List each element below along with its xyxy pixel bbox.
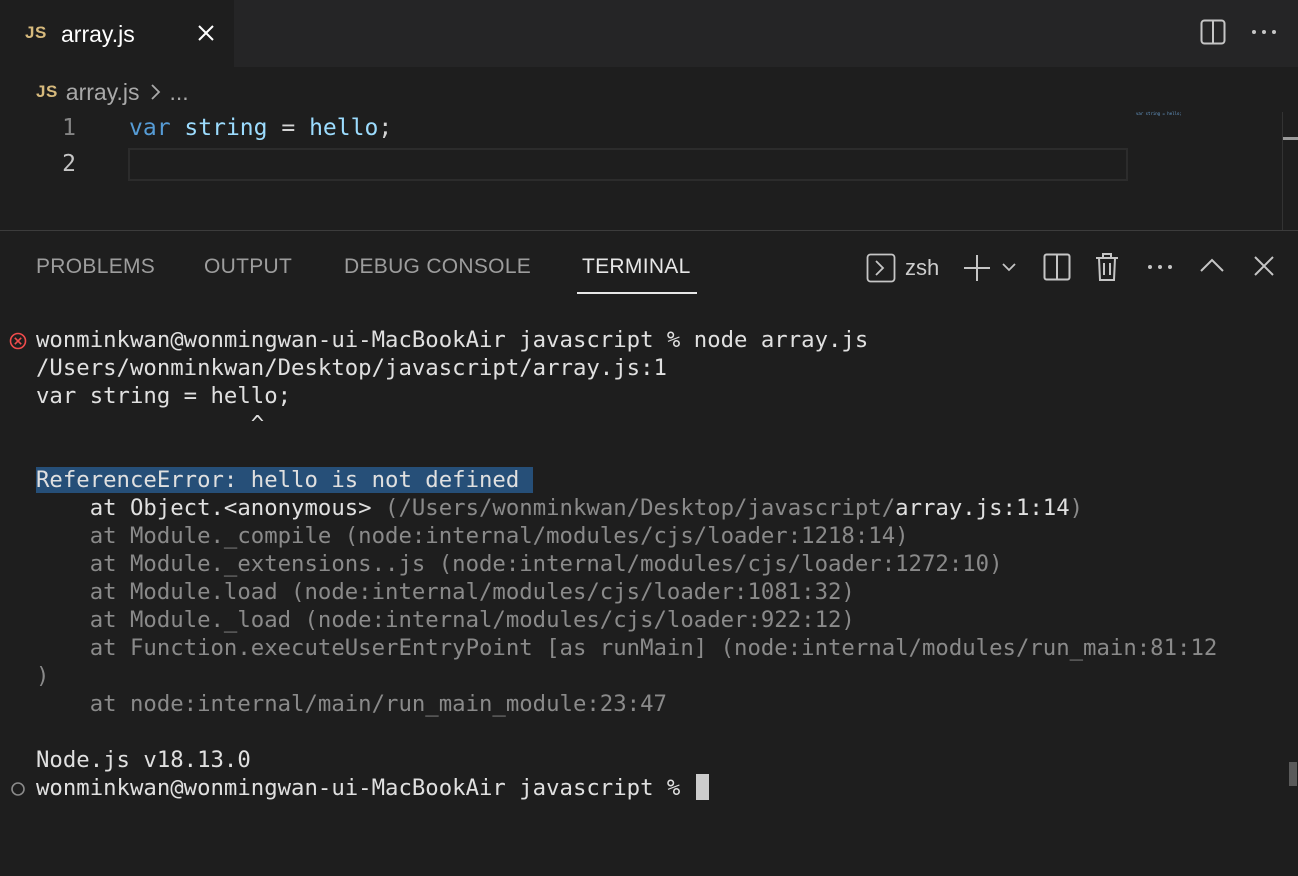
stack-file-link[interactable]: array.js:1:14 [895,495,1070,521]
terminal-stack-line: ) [36,663,50,689]
error-decoration-icon[interactable] [9,332,27,350]
terminal-prompt: wonminkwan@wonmingwan-ui-MacBookAir java… [36,775,694,801]
terminal-stack-line: at node:internal/main/run_main_module:23… [36,691,667,717]
terminal-stack-line: at Function.executeUserEntryPoint [as ru… [36,635,1218,661]
stack-text: at [36,495,130,521]
tab-output[interactable]: OUTPUT [204,255,292,279]
chevron-down-icon[interactable] [1001,261,1017,273]
chevron-right-icon [150,84,160,100]
terminal-prompt-line[interactable]: wonminkwan@wonmingwan-ui-MacBookAir java… [36,774,709,802]
more-actions-icon[interactable] [1146,261,1174,273]
tab-problems[interactable]: PROBLEMS [36,255,155,279]
stack-text: ) [1069,495,1084,521]
terminal-scrollbar[interactable] [1289,762,1297,786]
stack-path: (/Users/wonminkwan/Desktop/javascript/ [371,495,896,521]
code-identifier: string [184,115,268,141]
trash-icon[interactable] [1094,252,1120,282]
line-number: 2 [62,151,76,177]
scrollbar-cursor-marker [1283,137,1298,140]
tab-debug-console[interactable]: DEBUG CONSOLE [344,255,531,279]
active-tab-indicator [577,292,697,294]
terminal-cursor [695,774,709,800]
tab-terminal[interactable]: TERMINAL [582,255,691,279]
split-editor-icon[interactable] [1200,19,1226,45]
panel-divider[interactable] [0,230,1298,231]
code-identifier: hello [309,115,379,141]
terminal-command-line: wonminkwan@wonmingwan-ui-MacBookAir java… [36,327,869,353]
terminal-output-line: var string = hello; [36,383,292,409]
terminal-node-version: Node.js v18.13.0 [36,747,251,773]
terminal-shell-name[interactable]: zsh [905,255,939,281]
code-line[interactable]: var string = hello; [129,115,392,141]
terminal-stack-line: at Module._extensions..js (node:internal… [36,551,1003,577]
terminal-selection: ReferenceError: hello is not defined [36,467,520,493]
terminal-output-line: /Users/wonminkwan/Desktop/javascript/arr… [36,355,667,381]
breadcrumb: JS array.js ... [36,78,189,106]
chevron-up-icon[interactable] [1199,256,1225,274]
terminal-error-line: ReferenceError: hello is not defined [36,466,533,494]
split-terminal-icon[interactable] [1043,253,1071,281]
code-semicolon: ; [378,115,393,141]
stack-function: Object.<anonymous> [129,495,372,521]
terminal-stack-line: at Module._load (node:internal/modules/c… [36,607,855,633]
line-number: 1 [62,115,76,141]
current-line-highlight [128,148,1128,181]
breadcrumb-symbols[interactable]: ... [170,79,189,106]
minimap[interactable]: var string = hello; [1136,111,1182,116]
javascript-file-icon: JS [36,82,58,101]
close-icon[interactable] [196,23,216,43]
terminal-stack-line: at Module._compile (node:internal/module… [36,523,909,549]
plus-icon[interactable] [963,254,991,282]
editor-scrollbar[interactable] [1282,112,1298,230]
terminal-stack-line: at Object.<anonymous> (/Users/wonminkwan… [36,494,1083,522]
terminal-output-line: ^ [36,411,265,437]
terminal-stack-line: at Module.load (node:internal/modules/cj… [36,579,855,605]
code-keyword: var [129,115,171,141]
more-actions-icon[interactable] [1250,26,1278,38]
terminal-shell-icon[interactable] [866,253,896,283]
command-decoration-icon[interactable] [10,781,26,797]
javascript-file-icon: JS [25,23,47,42]
breadcrumb-file[interactable]: array.js [66,79,140,106]
editor-tab-bar: JS array.js [0,0,1298,67]
code-operator: = [281,115,296,141]
close-panel-icon[interactable] [1253,255,1275,277]
tab-array-js[interactable]: JS array.js [0,0,234,67]
tab-title: array.js [61,21,135,47]
